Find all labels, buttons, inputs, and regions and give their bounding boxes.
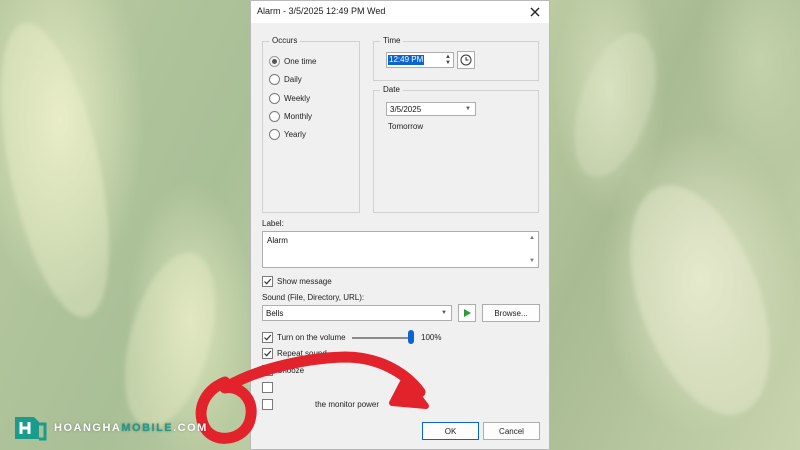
checkbox[interactable]: [262, 398, 273, 410]
cancel-button[interactable]: Cancel: [483, 422, 540, 440]
logo-text-part2: MOBILE: [121, 422, 174, 434]
logo-mark-icon: [15, 417, 47, 441]
radio-weekly[interactable]: Weekly: [269, 91, 310, 105]
volume-slider-thumb[interactable]: [408, 330, 414, 344]
date-relative: Tomorrow: [388, 122, 424, 131]
occurs-title: Occurs: [269, 36, 301, 45]
date-value: 3/5/2025: [390, 105, 422, 114]
radio-button[interactable]: [269, 55, 280, 67]
radio-label: Monthly: [284, 111, 313, 121]
logo-text: HOANGHAMOBILE.COM: [54, 422, 208, 434]
checkbox-label: the monitor power: [315, 399, 380, 409]
snooze-checkbox[interactable]: Snooze: [262, 363, 304, 377]
radio-monthly[interactable]: Monthly: [269, 109, 312, 123]
volume-slider-track[interactable]: [352, 337, 412, 339]
checkbox[interactable]: [262, 347, 273, 359]
checkbox-label: Snooze: [277, 365, 305, 375]
background-stroke: [558, 22, 672, 188]
sound-title: Sound (File, Directory, URL):: [262, 293, 365, 302]
time-picker-button[interactable]: [457, 51, 475, 69]
volume-percent: 100%: [421, 333, 442, 342]
scroll-down-icon[interactable]: ▼: [529, 258, 535, 264]
checkbox[interactable]: [262, 275, 273, 287]
checkbox-label: Repeat sound: [277, 348, 327, 358]
chevron-down-icon[interactable]: ▼: [465, 106, 471, 112]
date-picker[interactable]: 3/5/2025 ▼: [386, 102, 476, 116]
radio-button[interactable]: [269, 128, 280, 140]
occurs-group: Occurs One time Daily Weekly Monthly Yea…: [262, 36, 360, 213]
background-stroke: [602, 166, 798, 434]
background-stroke: [0, 13, 131, 327]
time-input[interactable]: 12:49 PM ▲ ▼: [386, 52, 454, 68]
time-spinner[interactable]: ▲ ▼: [444, 54, 452, 66]
play-sound-button[interactable]: [458, 304, 476, 322]
time-title: Time: [380, 36, 404, 45]
background-stroke: [108, 242, 232, 438]
title-bar: Alarm - 3/5/2025 12:49 PM Wed: [251, 1, 549, 23]
radio-one-time[interactable]: One time: [269, 54, 316, 68]
radio-label: Daily: [284, 74, 302, 84]
radio-label: One time: [284, 56, 317, 66]
dialog-title: Alarm - 3/5/2025 12:49 PM Wed: [257, 6, 386, 16]
scroll-up-icon[interactable]: ▲: [529, 235, 535, 241]
label-value: Alarm: [267, 236, 288, 245]
play-icon: [464, 309, 471, 317]
date-group: Date 3/5/2025 ▼ Tomorrow: [373, 85, 539, 213]
radio-button[interactable]: [269, 110, 280, 122]
close-icon[interactable]: [527, 4, 543, 20]
hoanghamobile-logo: HOANGHAMOBILE.COM: [12, 414, 208, 442]
show-message-checkbox[interactable]: Show message: [262, 274, 332, 288]
hidden-checkbox-row[interactable]: [262, 380, 277, 394]
radio-button[interactable]: [269, 73, 280, 85]
repeat-sound-checkbox[interactable]: Repeat sound: [262, 346, 327, 360]
logo-text-part3: .COM: [173, 422, 208, 434]
date-title: Date: [380, 85, 403, 94]
label-textarea[interactable]: Alarm ▲ ▼: [262, 231, 539, 268]
volume-checkbox[interactable]: Turn on the volume: [262, 330, 346, 344]
radio-label: Weekly: [284, 93, 311, 103]
checkbox-label: Turn on the volume: [277, 332, 346, 342]
radio-button[interactable]: [269, 92, 280, 104]
monitor-power-checkbox[interactable]: the monitor power: [262, 397, 379, 411]
clock-icon: [460, 54, 472, 66]
time-value: 12:49 PM: [388, 55, 425, 65]
radio-label: Yearly: [284, 129, 306, 139]
label-title: Label:: [262, 219, 284, 228]
checkbox[interactable]: [262, 364, 273, 376]
chevron-down-icon[interactable]: ▼: [441, 310, 447, 316]
browse-button[interactable]: Browse...: [482, 304, 540, 322]
radio-daily[interactable]: Daily: [269, 72, 302, 86]
time-group: Time 12:49 PM ▲ ▼: [373, 36, 539, 81]
sound-combobox[interactable]: Bells ▼: [262, 305, 452, 321]
checkbox[interactable]: [262, 331, 273, 343]
ok-button[interactable]: OK: [422, 422, 479, 440]
radio-yearly[interactable]: Yearly: [269, 127, 306, 141]
sound-value: Bells: [266, 309, 284, 318]
alarm-dialog: Alarm - 3/5/2025 12:49 PM Wed Occurs One…: [250, 0, 550, 450]
checkbox[interactable]: [262, 381, 273, 393]
checkbox-label: Show message: [277, 276, 332, 286]
logo-text-part1: HOANGHA: [54, 422, 122, 434]
